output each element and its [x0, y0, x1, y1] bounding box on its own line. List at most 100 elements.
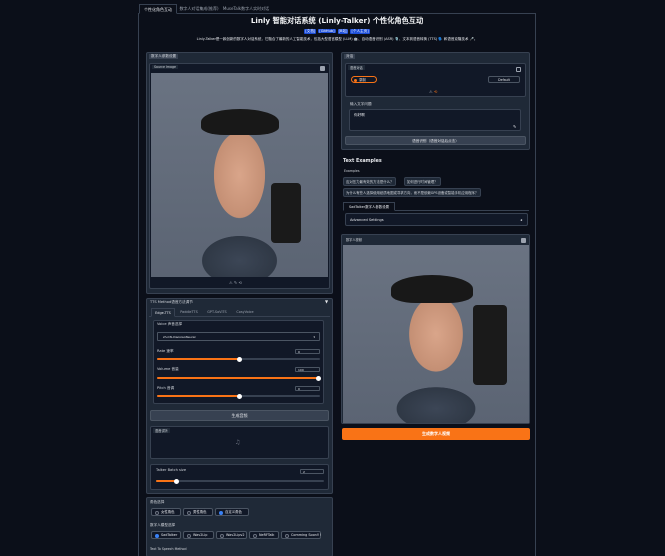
voice-selected-value: zh-CN-XiaoxiaoNeural [163, 335, 196, 339]
role-option-label: 男性角色 [193, 510, 207, 514]
method-option-wav2lipv2[interactable]: Wav2Lipv2 [216, 531, 247, 539]
avatar-section-label: 数字人参数设置 [149, 54, 179, 59]
examples-title: Text Examples [343, 159, 382, 164]
example-item-2[interactable]: 如何进行时间管理？ [404, 177, 441, 186]
role-option-female[interactable]: 女性角色 [151, 508, 181, 516]
role-option-male[interactable]: 男性角色 [183, 508, 213, 516]
method-option-coming-soon[interactable]: Comming Soon!!! [281, 531, 321, 539]
method-option-label: Wav2Lip [193, 533, 208, 537]
radio-circle [220, 534, 224, 538]
volume-slider-knob[interactable] [316, 375, 321, 381]
voice-label: Voice 声音选择 [157, 322, 183, 326]
chair-shape [473, 305, 507, 385]
audio-controls-icon[interactable]: ⚠ ⟲ [429, 89, 437, 94]
record-button-label: 录制 [359, 78, 366, 82]
tab-edge-tts[interactable]: Edge-TTS [151, 308, 175, 317]
method-option-sadtalker[interactable]: SadTalker [151, 531, 181, 539]
sadtalker-tabbar: SadTalker数字人参数设置 [343, 202, 529, 211]
method-option-wav2lip[interactable]: Wav2Lip [183, 531, 214, 539]
tts-method-footer-label: Text To Speech Method [150, 547, 187, 551]
examples-label: Examples [344, 169, 360, 173]
docs-link[interactable]: [文档] [304, 29, 317, 34]
batch-size-slider-knob[interactable] [174, 478, 179, 484]
tts-method-label: TTS Method语音方法调节 [150, 300, 193, 304]
chevron-down-icon: ▾ [313, 335, 315, 339]
clear-image-icon[interactable] [320, 66, 325, 71]
rate-number-input[interactable]: 0 [295, 349, 320, 354]
voice-select[interactable]: zh-CN-XiaoxiaoNeural ▾ [157, 332, 320, 341]
voice-input-label: 语音对话 [348, 65, 365, 70]
method-option-label: Comming Soon!!! [291, 533, 321, 537]
tab-personalized-role[interactable]: 个性化角色互动 [139, 4, 177, 14]
chair-shape [271, 183, 301, 243]
hair-shape [391, 275, 473, 303]
tab-paddle-tts[interactable]: PaddleTTS [177, 308, 201, 317]
download-icon[interactable] [521, 238, 526, 243]
generate-voice-button[interactable]: 生成音频 [150, 410, 329, 421]
radio-circle [253, 534, 257, 538]
tab-musetalk-realtime[interactable]: MuseTalk数字人实时对话 [221, 4, 271, 14]
method-option-label: NeRFTalk [259, 533, 275, 537]
volume-slider-fill [157, 377, 318, 379]
pitch-slider[interactable] [157, 393, 320, 399]
advanced-settings-accordion[interactable]: Advanced Settings ◂ [345, 213, 528, 226]
image-tools-icon[interactable]: ⚠ ✎ ⟲ [229, 280, 242, 285]
dialog-label: 对话 [344, 54, 356, 59]
tab-gpt-sovits[interactable]: GPT-SoVITS [203, 308, 231, 317]
volume-number-input[interactable]: 100 [295, 367, 320, 372]
record-dot-icon [354, 78, 357, 82]
pitch-slider-fill [157, 395, 239, 397]
music-note-icon: ♫ [235, 439, 241, 446]
bilibili-link[interactable]: [B站] [337, 29, 349, 34]
pitch-number-input[interactable]: 0 [295, 386, 320, 391]
rate-slider[interactable] [157, 356, 320, 362]
pitch-label: Pitch 音调 [157, 386, 175, 390]
role-option-custom[interactable]: 自定义角色 [215, 508, 249, 516]
example-item-3[interactable]: 为什么有些人选择使用纸质地图或寻求方向，而不是依赖GPS设备或智能手机应用程序？ [343, 188, 482, 197]
generate-video-button[interactable]: 生成数字人视频 [342, 428, 530, 440]
example-item-1[interactable]: 应对压力最有效的方法是什么？ [343, 177, 397, 186]
rate-slider-knob[interactable] [237, 356, 242, 362]
question-text: 你好啊 [354, 113, 365, 117]
pitch-slider-knob[interactable] [237, 393, 242, 399]
rate-label: Rate 速率 [157, 349, 174, 353]
radio-circle [219, 511, 223, 515]
clear-audio-icon[interactable] [516, 67, 521, 72]
question-textarea[interactable]: 你好啊 [349, 109, 521, 131]
text-input-label: 输入文字问题 [350, 102, 372, 106]
homepage-link[interactable]: [个人主页] [350, 29, 370, 34]
method-select-label: 数字人模型选择 [150, 523, 176, 527]
method-option-label: SadTalker [161, 533, 178, 537]
batch-size-slider[interactable] [156, 478, 324, 484]
output-video-frame[interactable] [343, 245, 529, 423]
volume-label: Volume 音量 [157, 367, 179, 371]
edit-icon: ✎ [513, 124, 517, 129]
source-face-image[interactable] [151, 73, 328, 277]
batch-size-input[interactable]: 2 [300, 469, 324, 474]
hair-shape [201, 109, 279, 135]
collapse-icon[interactable]: ▼ [325, 299, 328, 304]
audio-label: 语音试听 [153, 428, 170, 433]
output-video-label: 数字人视频 [344, 237, 364, 242]
github-link[interactable]: [GitHub] [318, 29, 336, 33]
tab-digital-human-integration[interactable]: 数字人对话集成(推荐) [178, 4, 220, 14]
role-select-label: 角色选择 [150, 500, 165, 504]
radio-circle [187, 511, 191, 515]
ask-button[interactable]: 语音识别（语音对话后点击） [345, 136, 526, 145]
radio-circle [187, 534, 191, 538]
intro-text: Linly-Talker是一款创新的数字人对话系统，它融合了最新的人工智能技术，… [196, 37, 478, 41]
tab-cosyvoice[interactable]: CosyVoice [233, 308, 257, 317]
audio-device-select[interactable]: Default [488, 76, 520, 83]
tab-sadtalker-settings[interactable]: SadTalker数字人参数设置 [343, 202, 395, 211]
radio-circle [285, 534, 289, 538]
radio-circle [155, 511, 159, 515]
top-tabbar: 个性化角色互动 数字人对话集成(推荐) MuseTalk数字人实时对话 [138, 4, 536, 14]
batch-size-label: Talker Batch size [156, 468, 187, 472]
link-row: [文档] [GitHub] [B站] [个人主页] [138, 29, 536, 34]
method-option-nerftalk[interactable]: NeRFTalk [249, 531, 279, 539]
caret-left-icon: ◂ [520, 218, 522, 222]
role-option-label: 女性角色 [161, 510, 175, 514]
method-option-label: Wav2Lipv2 [226, 533, 245, 537]
record-button[interactable]: 录制 [351, 76, 377, 83]
volume-slider[interactable] [157, 375, 321, 381]
